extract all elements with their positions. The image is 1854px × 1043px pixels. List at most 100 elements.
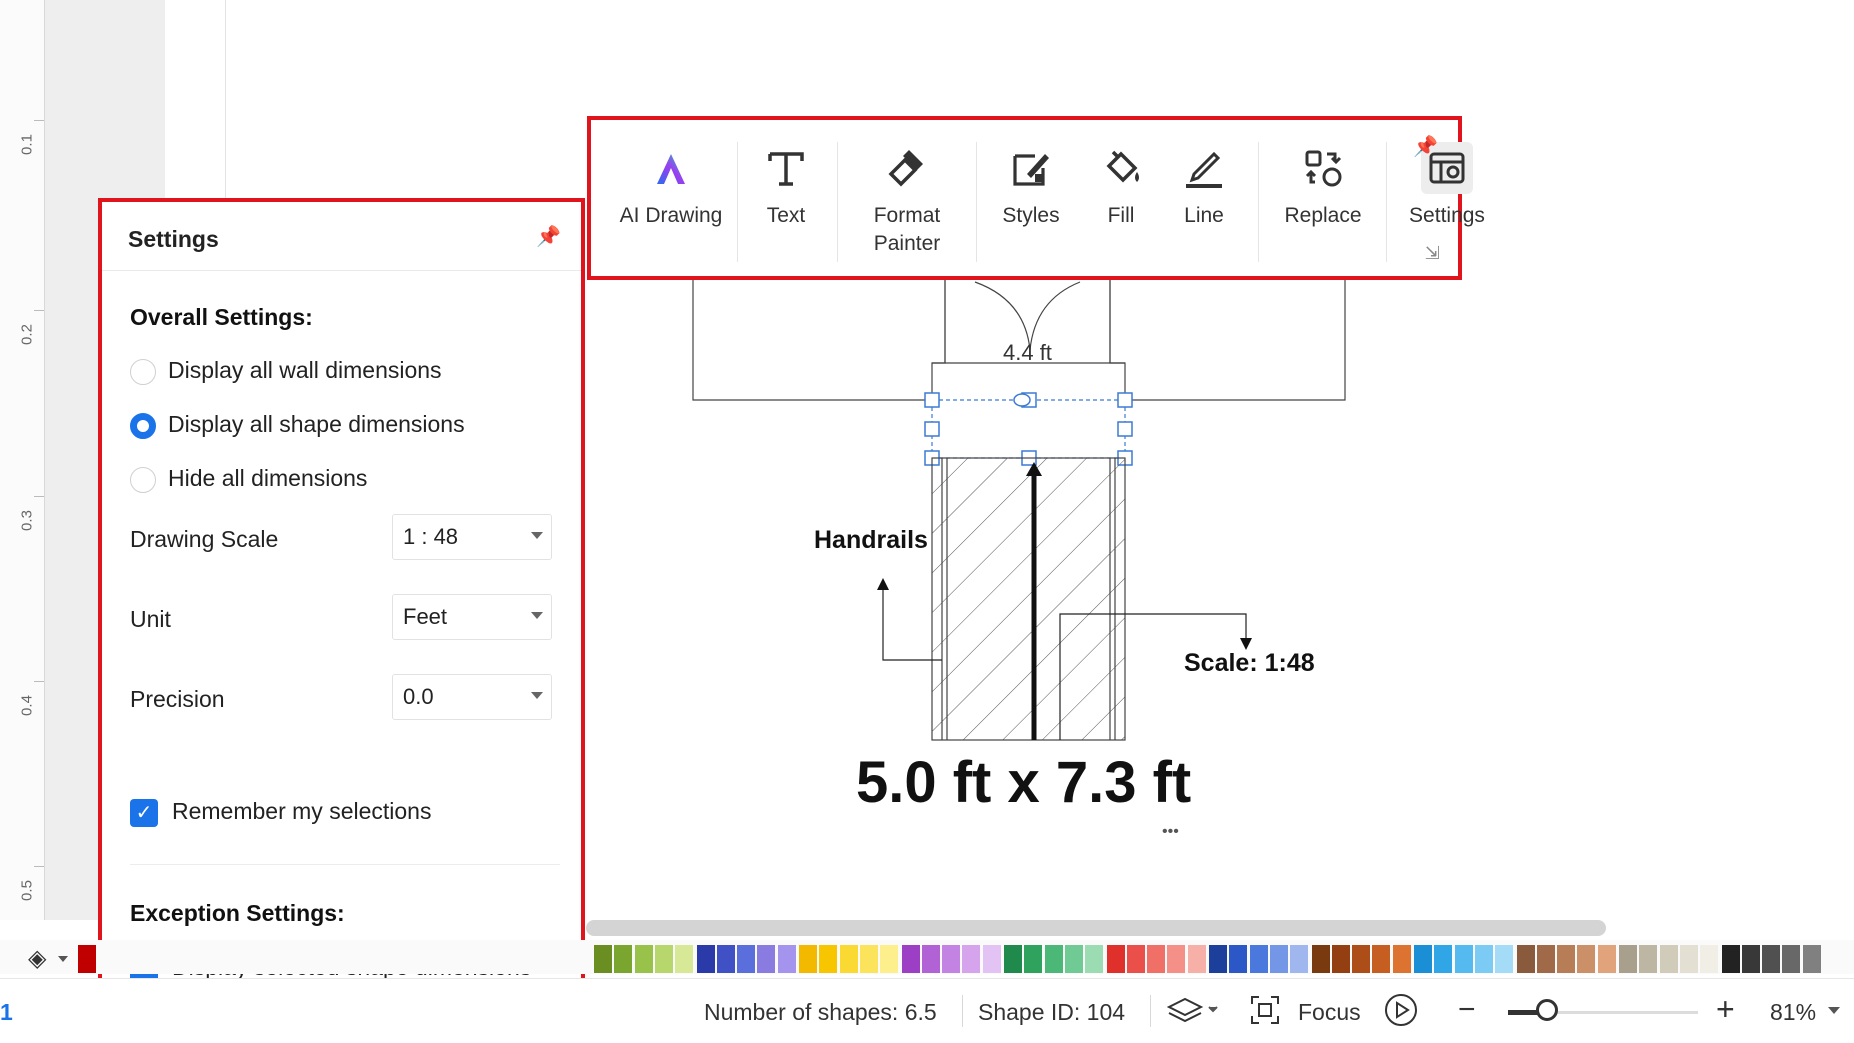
more-options-icon[interactable]: •••: [1162, 823, 1179, 840]
paint-bucket-icon[interactable]: ◈: [28, 944, 46, 973]
color-swatch[interactable]: [1721, 945, 1740, 973]
remember-selections-checkbox[interactable]: ✓ Remember my selections: [130, 798, 431, 827]
color-swatch[interactable]: [716, 945, 735, 973]
replace-button[interactable]: Replace: [1268, 142, 1378, 228]
focus-icon[interactable]: [1250, 995, 1280, 1025]
color-swatch[interactable]: [634, 945, 653, 973]
color-swatch[interactable]: [1024, 945, 1043, 973]
color-swatch[interactable]: [942, 945, 961, 973]
color-swatch[interactable]: [880, 945, 899, 973]
color-swatch[interactable]: [1392, 945, 1411, 973]
radio-hide-dimensions[interactable]: Hide all dimensions: [130, 465, 367, 493]
color-swatch[interactable]: [696, 945, 715, 973]
precision-select[interactable]: 0.0: [392, 674, 552, 720]
unit-select[interactable]: Feet: [392, 594, 552, 640]
scale-label[interactable]: Scale: 1:48: [1184, 649, 1315, 677]
color-swatch[interactable]: [819, 945, 838, 973]
color-swatch[interactable]: [1434, 945, 1453, 973]
format-painter-button[interactable]: Format Painter: [847, 142, 967, 256]
color-swatch[interactable]: [1229, 945, 1248, 973]
page-number[interactable]: 1: [0, 999, 13, 1026]
color-swatch[interactable]: [859, 945, 878, 973]
color-swatch[interactable]: [1536, 945, 1555, 973]
zoom-slider-handle[interactable]: [1536, 999, 1558, 1021]
color-swatch[interactable]: [614, 945, 633, 973]
color-swatch[interactable]: [675, 945, 694, 973]
color-swatch[interactable]: [737, 945, 756, 973]
color-swatch[interactable]: [1167, 945, 1186, 973]
color-swatch[interactable]: [1044, 945, 1063, 973]
horizontal-scrollbar[interactable]: [586, 920, 1606, 936]
color-swatch[interactable]: [1209, 945, 1227, 973]
handrails-label[interactable]: Handrails: [814, 526, 928, 554]
color-swatch[interactable]: [921, 945, 940, 973]
color-swatch[interactable]: [1679, 945, 1698, 973]
color-swatch[interactable]: [1187, 945, 1206, 973]
color-swatch[interactable]: [594, 945, 612, 973]
size-label[interactable]: 5.0 ft x 7.3 ft: [856, 750, 1191, 815]
zoom-level[interactable]: 81%: [1770, 999, 1816, 1026]
checkmark-icon[interactable]: ✓: [130, 798, 158, 827]
color-swatch[interactable]: [1495, 945, 1514, 973]
color-swatch[interactable]: [1659, 945, 1678, 973]
color-swatch[interactable]: [1782, 945, 1801, 973]
color-swatch[interactable]: [901, 945, 920, 973]
zoom-out-icon[interactable]: −: [1458, 993, 1476, 1027]
focus-label[interactable]: Focus: [1298, 999, 1361, 1026]
color-swatch[interactable]: [1106, 945, 1125, 973]
fill-button[interactable]: Fill: [1086, 142, 1156, 228]
color-swatch[interactable]: [1639, 945, 1658, 973]
color-swatch[interactable]: [1741, 945, 1760, 973]
color-swatch[interactable]: [1414, 945, 1432, 973]
pin-icon[interactable]: 📌: [1413, 134, 1438, 159]
radio-shape-dimensions[interactable]: Display all shape dimensions: [130, 411, 465, 439]
color-swatch[interactable]: [1126, 945, 1145, 973]
chevron-down-icon[interactable]: [58, 956, 68, 962]
pin-icon[interactable]: 📌: [536, 224, 561, 249]
color-swatch[interactable]: [1331, 945, 1350, 973]
selection-frame[interactable]: [931, 399, 1126, 459]
color-swatch[interactable]: [1290, 945, 1309, 973]
color-swatch[interactable]: [1597, 945, 1616, 973]
radio-button[interactable]: [130, 358, 156, 385]
color-swatch[interactable]: [1700, 945, 1719, 973]
color-swatch[interactable]: [1577, 945, 1596, 973]
color-swatch[interactable]: [1147, 945, 1166, 973]
styles-button[interactable]: Styles: [986, 142, 1076, 228]
drawing-scale-select[interactable]: 1 : 48: [392, 514, 552, 560]
layers-icon[interactable]: [1165, 993, 1223, 1029]
color-swatch[interactable]: [1516, 945, 1535, 973]
color-swatch[interactable]: [1557, 945, 1576, 973]
color-swatch[interactable]: [1454, 945, 1473, 973]
color-swatch[interactable]: [1802, 945, 1821, 973]
line-button[interactable]: Line: [1164, 142, 1244, 228]
color-swatch[interactable]: [839, 945, 858, 973]
color-swatch[interactable]: [962, 945, 981, 973]
color-swatch[interactable]: [777, 945, 796, 973]
settings-button[interactable]: Settings: [1397, 142, 1497, 228]
radio-wall-dimensions[interactable]: Display all wall dimensions: [130, 357, 442, 385]
color-swatch[interactable]: [1249, 945, 1268, 973]
color-swatch[interactable]: [982, 945, 1001, 973]
chevron-down-icon[interactable]: [1828, 1007, 1840, 1014]
color-swatch[interactable]: [654, 945, 673, 973]
play-icon[interactable]: [1384, 993, 1418, 1027]
color-swatch[interactable]: [1372, 945, 1391, 973]
radio-button[interactable]: [130, 466, 156, 493]
ai-drawing-button[interactable]: AI Drawing: [611, 142, 731, 228]
color-swatch[interactable]: [1762, 945, 1781, 973]
color-swatch[interactable]: [1352, 945, 1371, 973]
color-swatch[interactable]: [757, 945, 776, 973]
stair-shape[interactable]: [931, 457, 1126, 741]
radio-button-selected[interactable]: [130, 412, 156, 439]
collapse-icon[interactable]: ⇲: [1425, 243, 1440, 264]
color-swatch[interactable]: [1004, 945, 1022, 973]
color-swatch[interactable]: [1311, 945, 1330, 973]
text-button[interactable]: Text: [751, 142, 821, 228]
zoom-in-icon[interactable]: +: [1716, 991, 1735, 1028]
color-swatch[interactable]: [1085, 945, 1104, 973]
color-swatch[interactable]: [1064, 945, 1083, 973]
color-swatch[interactable]: [799, 945, 817, 973]
color-swatch[interactable]: [78, 945, 96, 973]
color-swatch[interactable]: [1474, 945, 1493, 973]
